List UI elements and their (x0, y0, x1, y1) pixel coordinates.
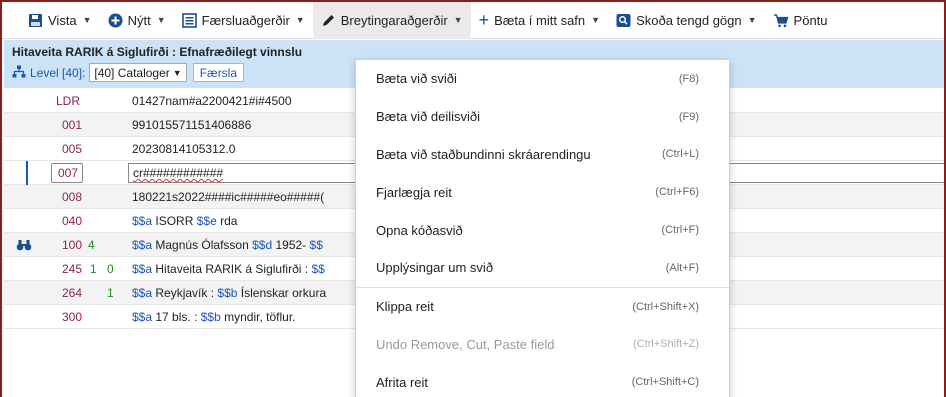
field-tag: 245 (62, 262, 83, 276)
edit-actions-menu[interactable]: Breytingaraðgerðir ▼ (312, 2, 471, 39)
record-button[interactable]: Færsla (192, 63, 245, 82)
pencil-icon (321, 13, 336, 28)
chevron-down-icon: ▼ (172, 67, 182, 78)
menu-item-label: Bæta við sviði (376, 71, 457, 87)
field-tag: 005 (62, 142, 83, 156)
save-menu[interactable]: Vista ▼ (20, 2, 100, 39)
menu-item-label: Bæta við staðbundinni skráarendingu (376, 146, 591, 162)
menu-item-add-field[interactable]: Bæta við sviði (F8) (356, 60, 729, 98)
field-value: $$a ISORR $$e rda (132, 214, 238, 228)
new-menu-label: Nýtt (127, 12, 151, 28)
level-select[interactable]: [40] Cataloger ▼ (89, 63, 187, 82)
plus-icon: + (478, 10, 490, 30)
menu-item-shortcut: (Alt+F) (665, 261, 699, 274)
field-tag: 264 (62, 286, 83, 300)
menu-item-shortcut: (Ctrl+F) (661, 224, 699, 237)
menu-item-label: Undo Remove, Cut, Paste field (376, 336, 555, 352)
add-to-collection-label: Bæta í mitt safn (494, 12, 586, 28)
field-tag: LDR (56, 94, 81, 108)
field-value: 20230814105312.0 (132, 142, 236, 156)
order-menu[interactable]: Pöntu (765, 2, 836, 39)
chevron-down-icon: ▼ (453, 15, 463, 25)
menu-item-shortcut: (Ctrl+F6) (655, 186, 699, 199)
chevron-down-icon: ▼ (747, 15, 757, 25)
menu-item-shortcut: (Ctrl+L) (662, 148, 699, 161)
field-value: $$a Hitaveita RARIK á Siglufirði : $$ (132, 262, 325, 276)
field-value: $$a Magnús Ólafsson $$d 1952- $$ (132, 238, 323, 252)
menu-item-cut-field[interactable]: Klippa reit (Ctrl+Shift+X) (356, 288, 729, 326)
field-tag-input[interactable]: 007 (51, 163, 83, 183)
hierarchy-icon (12, 65, 26, 81)
field-tag: 100 (62, 238, 83, 252)
search-icon (616, 13, 631, 28)
plus-circle-icon (108, 13, 123, 28)
record-title: Hitaveita RARIK á Siglufirði : Efnafræði… (12, 45, 303, 59)
menu-item-open-code-field[interactable]: Opna kóðasvið (Ctrl+F) (356, 211, 729, 249)
field-value: $$a 17 bls. : $$b myndir, töflur. (132, 310, 296, 324)
chevron-down-icon: ▼ (82, 15, 92, 25)
order-menu-label: Pöntu (793, 12, 828, 28)
field-value: $$a Reykjavík : $$b Íslenskar orkura (132, 286, 327, 300)
field-tag: 040 (62, 214, 83, 228)
binoculars-icon[interactable] (16, 239, 32, 254)
indicator-1: 1 (90, 262, 97, 276)
menu-item-shortcut: (F8) (678, 72, 699, 85)
chevron-down-icon: ▼ (156, 15, 166, 25)
menu-item-label: Opna kóðasvið (376, 222, 463, 238)
menu-item-label: Fjarlægja reit (376, 184, 452, 200)
save-menu-label: Vista (48, 12, 77, 28)
field-tag: 008 (62, 190, 83, 204)
menu-item-undo-field: Undo Remove, Cut, Paste field (Ctrl+Shif… (356, 326, 729, 364)
menu-item-field-info[interactable]: Upplýsingar um svið (Alt+F) (356, 249, 729, 287)
indicator-2: 1 (107, 286, 114, 300)
field-tag: 001 (62, 118, 83, 132)
edit-actions-dropdown: Bæta við sviði (F8) Bæta við deilisviði … (355, 59, 730, 397)
menu-item-shortcut: (Ctrl+Shift+Z) (632, 338, 699, 351)
add-to-collection-menu[interactable]: + Bæta í mitt safn ▼ (471, 2, 608, 39)
menu-item-copy-field[interactable]: Afrita reit (Ctrl+Shift+C) (356, 363, 729, 397)
menu-item-label: Upplýsingar um svið (376, 260, 494, 276)
save-icon (28, 13, 43, 28)
field-value: 991015571151406886 (132, 118, 252, 132)
active-row-indicator (26, 161, 28, 185)
menu-item-add-subfield[interactable]: Bæta við deilisviði (F9) (356, 98, 729, 136)
menu-item-label: Bæta við deilisviði (376, 109, 481, 125)
level-row: Level [40]: [40] Cataloger ▼ Færsla (12, 63, 245, 82)
edit-actions-label: Breytingaraðgerðir (340, 12, 448, 28)
toolbar: Vista ▼ Nýtt ▼ Færsluaðgerðir ▼ Breyting… (2, 2, 944, 39)
menu-item-label: Klippa reit (376, 299, 434, 315)
menu-item-shortcut: (Ctrl+Shift+C) (631, 376, 699, 389)
field-value: 01427nam#a2200421#i#4500 (132, 94, 292, 108)
menu-item-label: Afrita reit (376, 374, 429, 390)
chevron-down-icon: ▼ (591, 15, 601, 25)
indicator-2: 0 (107, 262, 114, 276)
field-tag: 300 (62, 310, 83, 324)
chevron-down-icon: ▼ (295, 15, 305, 25)
new-menu[interactable]: Nýtt ▼ (100, 2, 174, 39)
view-related-menu[interactable]: Skoða tengd gögn ▼ (608, 2, 764, 39)
menu-item-shortcut: (F9) (678, 110, 699, 123)
record-icon (181, 12, 197, 28)
record-actions-label: Færsluaðgerðir (201, 12, 290, 28)
record-actions-menu[interactable]: Færsluaðgerðir ▼ (174, 2, 313, 39)
app-frame: Vista ▼ Nýtt ▼ Færsluaðgerðir ▼ Breyting… (0, 0, 946, 397)
level-label: Level [40]: (30, 65, 86, 80)
menu-item-add-local-extension[interactable]: Bæta við staðbundinni skráarendingu (Ctr… (356, 136, 729, 174)
view-related-label: Skoða tengd gögn (636, 12, 742, 28)
indicator-1: 4 (88, 238, 95, 252)
field-value: 180221s2022####ic#####eo#####( (132, 190, 325, 204)
cart-icon (773, 13, 789, 28)
level-select-value: [40] Cataloger (94, 65, 170, 80)
menu-item-shortcut: (Ctrl+Shift+X) (632, 300, 699, 313)
menu-item-remove-field[interactable]: Fjarlægja reit (Ctrl+F6) (356, 173, 729, 211)
